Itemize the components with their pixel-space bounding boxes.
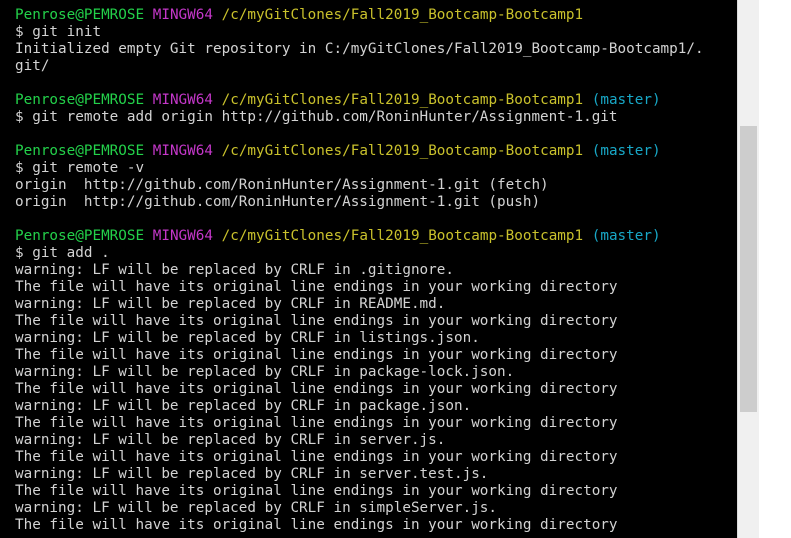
prompt-line: Penrose@PEMROSE MINGW64 /c/myGitClones/F…: [15, 143, 735, 160]
terminal-window: Penrose@PEMROSE MINGW64 /c/myGitClones/F…: [0, 0, 791, 538]
output-line: origin http://github.com/RoninHunter/Ass…: [15, 177, 735, 194]
line-text: The file will have its original line end…: [15, 517, 618, 533]
output-line: The file will have its original line end…: [15, 347, 735, 364]
prompt-user: Penrose@PEMROSE: [15, 92, 145, 108]
line-text: warning: LF will be replaced by CRLF in …: [15, 432, 446, 448]
prompt-line: Penrose@PEMROSE MINGW64 /c/myGitClones/F…: [15, 7, 735, 24]
command-line: $ git remote -v: [15, 160, 735, 177]
prompt-path: /c/myGitClones/Fall2019_Bootcamp-Bootcam…: [221, 7, 584, 23]
line-text: The file will have its original line end…: [15, 279, 618, 295]
prompt-branch: (master): [591, 143, 661, 159]
prompt-branch: (master): [591, 92, 661, 108]
line-text: $ git remote -v: [15, 160, 145, 176]
line-text: The file will have its original line end…: [15, 347, 618, 363]
line-text: warning: LF will be replaced by CRLF in …: [15, 500, 498, 516]
line-text: Initialized empty Git repository in C:/m…: [15, 41, 704, 57]
output-line: The file will have its original line end…: [15, 517, 735, 534]
line-text: The file will have its original line end…: [15, 381, 618, 397]
line-text: The file will have its original line end…: [15, 483, 618, 499]
output-line: The file will have its original line end…: [15, 279, 735, 296]
line-text: The file will have its original line end…: [15, 449, 618, 465]
line-text: warning: LF will be replaced by CRLF in …: [15, 330, 480, 346]
line-text: $ git init: [15, 24, 102, 40]
line-text: $ git remote add origin http://github.co…: [15, 109, 618, 125]
prompt-path: /c/myGitClones/Fall2019_Bootcamp-Bootcam…: [221, 228, 584, 244]
output-line: Initialized empty Git repository in C:/m…: [15, 41, 735, 58]
prompt-line: Penrose@PEMROSE MINGW64 /c/myGitClones/F…: [15, 228, 735, 245]
window-margin: [759, 0, 791, 538]
output-line: warning: LF will be replaced by CRLF in …: [15, 398, 735, 415]
command-line: $ git add .: [15, 245, 735, 262]
output-line: origin http://github.com/RoninHunter/Ass…: [15, 194, 735, 211]
prompt-user: Penrose@PEMROSE: [15, 7, 145, 23]
output-line: warning: LF will be replaced by CRLF in …: [15, 432, 735, 449]
line-text: origin http://github.com/RoninHunter/Ass…: [15, 194, 541, 210]
prompt-shell: MINGW64: [152, 92, 213, 108]
output-line: warning: LF will be replaced by CRLF in …: [15, 500, 735, 517]
output-line: The file will have its original line end…: [15, 415, 735, 432]
output-line: warning: LF will be replaced by CRLF in …: [15, 466, 735, 483]
prompt-shell: MINGW64: [152, 7, 213, 23]
prompt-shell: MINGW64: [152, 228, 213, 244]
line-text: warning: LF will be replaced by CRLF in …: [15, 296, 446, 312]
line-text: origin http://github.com/RoninHunter/Ass…: [15, 177, 549, 193]
command-line: $ git init: [15, 24, 735, 41]
line-text: warning: LF will be replaced by CRLF in …: [15, 398, 472, 414]
line-text: warning: LF will be replaced by CRLF in …: [15, 466, 489, 482]
output-line: warning: LF will be replaced by CRLF in …: [15, 262, 735, 279]
prompt-user: Penrose@PEMROSE: [15, 143, 145, 159]
prompt-user: Penrose@PEMROSE: [15, 228, 145, 244]
output-line: The file will have its original line end…: [15, 313, 735, 330]
prompt-path: /c/myGitClones/Fall2019_Bootcamp-Bootcam…: [221, 92, 584, 108]
terminal-lines: Penrose@PEMROSE MINGW64 /c/myGitClones/F…: [15, 7, 735, 534]
line-text: The file will have its original line end…: [15, 415, 618, 431]
output-line: warning: LF will be replaced by CRLF in …: [15, 330, 735, 347]
scrollbar-thumb[interactable]: [740, 126, 757, 412]
output-line: The file will have its original line end…: [15, 483, 735, 500]
line-text: warning: LF will be replaced by CRLF in …: [15, 262, 454, 278]
line-text: git/: [15, 58, 50, 74]
terminal-output[interactable]: Penrose@PEMROSE MINGW64 /c/myGitClones/F…: [0, 0, 737, 538]
prompt-branch: (master): [591, 228, 661, 244]
vertical-scrollbar[interactable]: [737, 0, 759, 538]
output-line: warning: LF will be replaced by CRLF in …: [15, 296, 735, 313]
output-line: git/: [15, 58, 735, 75]
output-line: warning: LF will be replaced by CRLF in …: [15, 364, 735, 381]
command-line: $ git remote add origin http://github.co…: [15, 109, 735, 126]
line-text: warning: LF will be replaced by CRLF in …: [15, 364, 515, 380]
output-line: The file will have its original line end…: [15, 381, 735, 398]
prompt-line: Penrose@PEMROSE MINGW64 /c/myGitClones/F…: [15, 92, 735, 109]
output-line: The file will have its original line end…: [15, 449, 735, 466]
prompt-path: /c/myGitClones/Fall2019_Bootcamp-Bootcam…: [221, 143, 584, 159]
prompt-shell: MINGW64: [152, 143, 213, 159]
line-text: $ git add .: [15, 245, 110, 261]
line-text: The file will have its original line end…: [15, 313, 618, 329]
